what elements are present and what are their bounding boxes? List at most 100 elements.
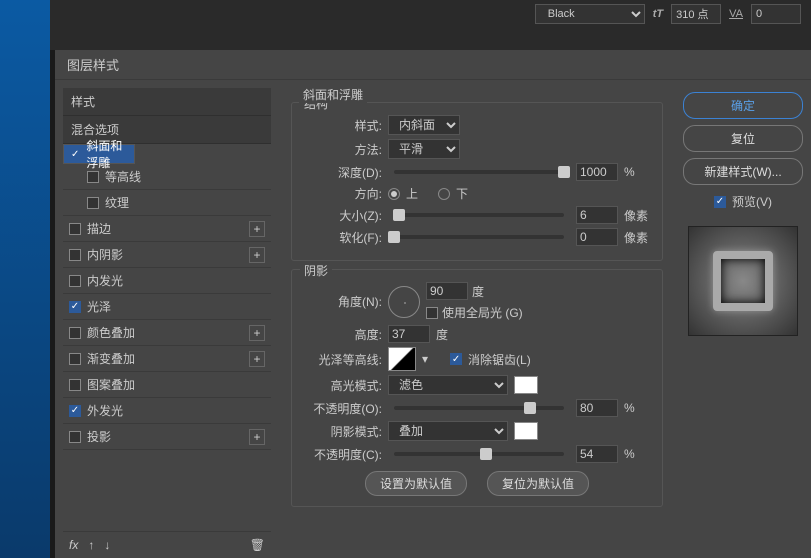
style-item-7[interactable]: 颜色叠加+	[63, 320, 271, 346]
style-item-8[interactable]: 渐变叠加+	[63, 346, 271, 372]
style-item-label: 描边	[87, 220, 111, 237]
angle-label: 角度(N):	[302, 293, 382, 310]
new-style-button[interactable]: 新建样式(W)...	[683, 158, 803, 185]
cancel-button[interactable]: 复位	[683, 125, 803, 152]
direction-down-radio[interactable]	[438, 188, 450, 200]
add-effect-icon[interactable]: +	[249, 351, 265, 367]
gloss-contour-picker[interactable]	[388, 347, 416, 371]
highlight-mode-select[interactable]: 滤色	[388, 375, 508, 395]
style-item-label: 内发光	[87, 272, 123, 289]
angle-input[interactable]	[426, 282, 468, 300]
size-slider[interactable]	[394, 213, 564, 217]
bevel-emboss-panel: 斜面和浮雕 结构 样式: 内斜面 方法: 平滑 深度(D): %	[281, 88, 673, 558]
style-checkbox[interactable]	[69, 223, 81, 235]
technique-label: 方法:	[302, 141, 382, 158]
altitude-input[interactable]	[388, 325, 430, 343]
gloss-contour-label: 光泽等高线:	[302, 351, 382, 368]
style-item-label: 内阴影	[87, 246, 123, 263]
shading-legend: 阴影	[300, 262, 332, 279]
highlight-opacity-slider[interactable]	[394, 406, 564, 410]
fx-icon[interactable]: fx	[69, 538, 78, 552]
shadow-opacity-input[interactable]	[576, 445, 618, 463]
style-item-9[interactable]: 图案叠加	[63, 372, 271, 398]
soften-slider[interactable]	[394, 235, 564, 239]
ok-button[interactable]: 确定	[683, 92, 803, 119]
arrow-down-icon[interactable]: ↓	[104, 538, 110, 552]
shadow-color-swatch[interactable]	[514, 422, 538, 440]
style-preview	[688, 226, 798, 336]
arrow-up-icon[interactable]: ↑	[88, 538, 94, 552]
highlight-color-swatch[interactable]	[514, 376, 538, 394]
contour-dropdown-icon[interactable]: ▾	[422, 352, 428, 366]
preview-label: 预览(V)	[732, 193, 772, 210]
style-checkbox[interactable]: ✓	[69, 301, 81, 313]
style-checkbox[interactable]	[69, 275, 81, 287]
depth-label: 深度(D):	[302, 164, 382, 181]
shadow-mode-select[interactable]: 叠加	[388, 421, 508, 441]
add-effect-icon[interactable]: +	[249, 247, 265, 263]
style-item-4[interactable]: 内阴影 +	[63, 242, 271, 268]
shadow-mode-label: 阴影模式:	[302, 423, 382, 440]
size-label: 大小(Z):	[302, 207, 382, 224]
style-checkbox[interactable]	[87, 171, 99, 183]
style-checkbox[interactable]	[69, 431, 81, 443]
technique-select[interactable]: 平滑	[388, 139, 460, 159]
style-item-label: 等高线	[105, 168, 141, 185]
style-item-2[interactable]: 纹理	[63, 190, 271, 216]
size-input[interactable]	[576, 206, 618, 224]
dialog-title: 图层样式	[55, 50, 811, 80]
layer-style-dialog: 图层样式 样式 混合选项 ✓斜面和浮雕等高线纹理描边+内阴影+内发光✓光泽颜色叠…	[55, 50, 811, 558]
px-unit-2: 像素	[624, 229, 652, 246]
style-checkbox[interactable]	[69, 379, 81, 391]
make-default-button[interactable]: 设置为默认值	[365, 471, 467, 496]
style-checkbox[interactable]	[87, 197, 99, 209]
direction-label: 方向:	[302, 185, 382, 202]
styles-list-panel: 样式 混合选项 ✓斜面和浮雕等高线纹理描边+内阴影+内发光✓光泽颜色叠加+渐变叠…	[63, 88, 271, 558]
style-checkbox[interactable]	[69, 353, 81, 365]
style-select[interactable]: 内斜面	[388, 115, 460, 135]
tracking-input[interactable]	[671, 4, 721, 24]
style-checkbox[interactable]: ✓	[69, 405, 81, 417]
shadow-opacity-slider[interactable]	[394, 452, 564, 456]
type-size-icon: tT	[653, 8, 663, 20]
style-checkbox[interactable]	[69, 249, 81, 261]
va-input[interactable]	[751, 4, 801, 24]
global-light-checkbox[interactable]	[426, 307, 438, 319]
style-item-label: 外发光	[87, 402, 123, 419]
style-item-1[interactable]: 等高线	[63, 164, 271, 190]
style-checkbox[interactable]: ✓	[70, 148, 80, 160]
trash-icon[interactable]: 🗑	[250, 538, 265, 552]
px-unit: 像素	[624, 207, 652, 224]
highlight-mode-label: 高光模式:	[302, 377, 382, 394]
style-item-3[interactable]: 描边 +	[63, 216, 271, 242]
style-item-0[interactable]: ✓斜面和浮雕	[63, 144, 135, 164]
highlight-opacity-input[interactable]	[576, 399, 618, 417]
style-item-5[interactable]: 内发光	[63, 268, 271, 294]
reset-default-button[interactable]: 复位为默认值	[487, 471, 589, 496]
soften-input[interactable]	[576, 228, 618, 246]
add-effect-icon[interactable]: +	[249, 429, 265, 445]
percent-unit: %	[624, 165, 652, 179]
dialog-actions: 确定 复位 新建样式(W)... ✓ 预览(V)	[683, 88, 803, 558]
style-item-label: 投影	[87, 428, 111, 445]
add-effect-icon[interactable]: +	[249, 325, 265, 341]
direction-up-radio[interactable]	[388, 188, 400, 200]
highlight-opacity-label: 不透明度(O):	[302, 400, 382, 417]
style-item-11[interactable]: 投影 +	[63, 424, 271, 450]
style-label: 样式:	[302, 117, 382, 134]
va-icon: VA	[729, 8, 743, 20]
angle-wheel[interactable]	[388, 286, 420, 318]
antialias-label: 消除锯齿(L)	[468, 351, 531, 368]
style-item-10[interactable]: ✓ 外发光	[63, 398, 271, 424]
depth-input[interactable]	[576, 163, 618, 181]
depth-slider[interactable]	[394, 170, 564, 174]
soften-label: 软化(F):	[302, 229, 382, 246]
add-effect-icon[interactable]: +	[249, 221, 265, 237]
antialias-checkbox[interactable]: ✓	[450, 353, 462, 365]
top-color-select[interactable]: Black	[535, 4, 645, 24]
style-checkbox[interactable]	[69, 327, 81, 339]
styles-header[interactable]: 样式	[63, 88, 271, 116]
preview-checkbox[interactable]: ✓	[714, 196, 726, 208]
shadow-opacity-label: 不透明度(C):	[302, 446, 382, 463]
style-item-6[interactable]: ✓光泽	[63, 294, 271, 320]
